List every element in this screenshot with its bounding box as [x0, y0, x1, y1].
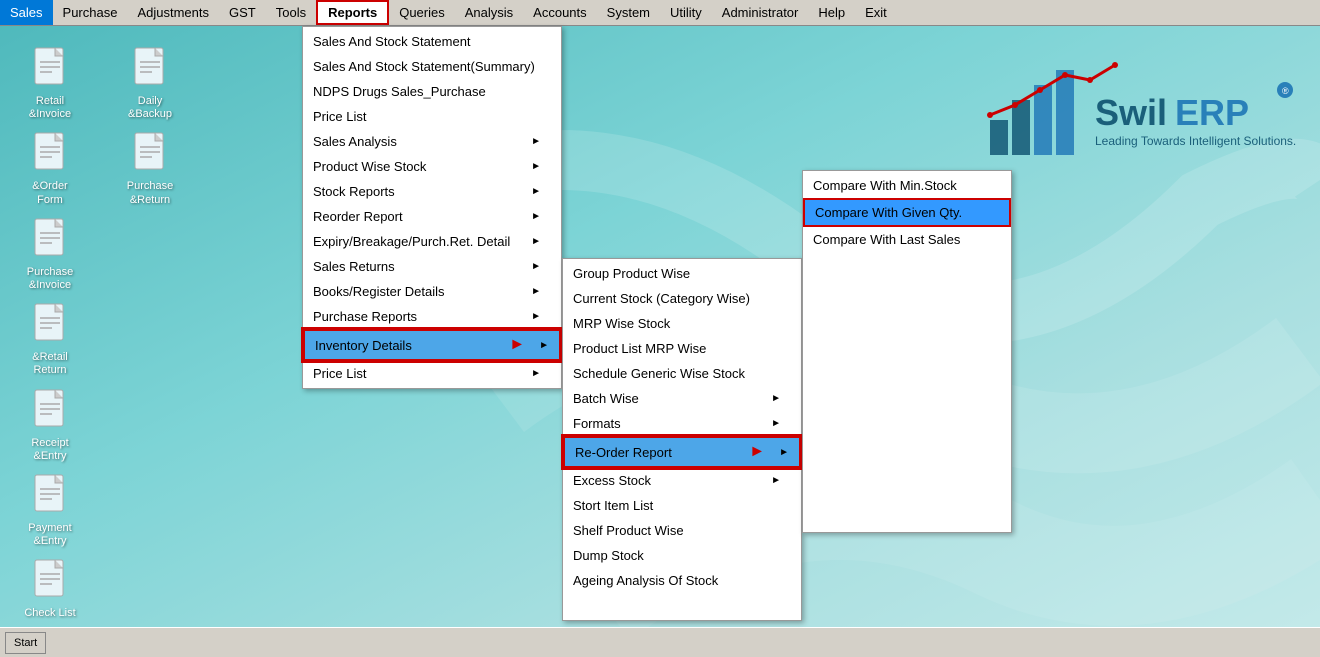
reorder-submenu: Compare With Min.Stock Compare With Give… — [802, 170, 1012, 533]
inv-mrp-wise-stock[interactable]: MRP Wise Stock — [563, 311, 801, 336]
inv-batch-wise[interactable]: Batch Wise ► — [563, 386, 801, 411]
reorder-compare-given-qty[interactable]: Compare With Given Qty. — [803, 198, 1011, 227]
swilerp-logo: Swil ERP ® Leading Towards Intelligent S… — [980, 50, 1300, 170]
menu-system[interactable]: System — [597, 0, 660, 25]
inv-ageing-analysis[interactable]: Ageing Analysis Of Stock — [563, 568, 801, 593]
inv-stort-item-list[interactable]: Stort Item List — [563, 493, 801, 518]
inv-dump-stock[interactable]: Dump Stock — [563, 543, 801, 568]
icon-row-4: Receipt&Entry — [10, 388, 290, 463]
menu-accounts[interactable]: Accounts — [523, 0, 596, 25]
menu-price-list-2[interactable]: Price List ► — [303, 361, 561, 386]
menu-sales-analysis[interactable]: Sales Analysis ► — [303, 129, 561, 154]
submenu-arrow: ► — [531, 161, 541, 172]
menu-queries[interactable]: Queries — [389, 0, 455, 25]
inv-group-product-wise[interactable]: Group Product Wise — [563, 261, 801, 286]
inv-formats[interactable]: Formats ► — [563, 411, 801, 436]
logo-area: Swil ERP ® Leading Towards Intelligent S… — [980, 50, 1300, 170]
submenu-arrow: ► — [531, 186, 541, 197]
menu-adjustments[interactable]: Adjustments — [127, 0, 219, 25]
red-arrow-icon: ► — [509, 336, 525, 354]
svg-text:Swil: Swil — [1095, 92, 1167, 133]
reorder-compare-last-sales[interactable]: Compare With Last Sales — [803, 227, 1011, 252]
reports-dropdown: Sales And Stock Statement Sales And Stoc… — [302, 26, 562, 389]
menu-purchase[interactable]: Purchase — [53, 0, 128, 25]
inventory-submenu: Group Product Wise Current Stock (Catego… — [562, 258, 802, 621]
menu-utility[interactable]: Utility — [660, 0, 712, 25]
icon-purchase-invoice[interactable]: Purchase&Invoice — [10, 217, 90, 292]
menu-product-wise-stock[interactable]: Product Wise Stock ► — [303, 154, 561, 179]
submenu-arrow: ► — [771, 393, 781, 404]
icon-row-0: Retail&Invoice Daily&Backup — [10, 46, 290, 121]
menu-reports[interactable]: Reports — [316, 0, 389, 25]
submenu-arrow: ► — [779, 447, 789, 458]
icon-row-2: Purchase&Invoice — [10, 217, 290, 292]
icon-order-form[interactable]: &OrderForm — [10, 131, 90, 206]
menu-inventory-details[interactable]: Inventory Details ► ► — [303, 329, 561, 361]
icon-row-5: Payment&Entry — [10, 473, 290, 548]
menu-sales-stock-statement[interactable]: Sales And Stock Statement — [303, 29, 561, 54]
submenu-arrow: ► — [771, 418, 781, 429]
menu-sales-stock-summary[interactable]: Sales And Stock Statement(Summary) — [303, 54, 561, 79]
menu-sales[interactable]: Sales — [0, 0, 53, 25]
submenu-arrow: ► — [531, 236, 541, 247]
inv-shelf-product-wise[interactable]: Shelf Product Wise — [563, 518, 801, 543]
submenu-arrow: ► — [539, 340, 549, 351]
start-label: Start — [14, 637, 37, 649]
dropdown-container: Sales And Stock Statement Sales And Stoc… — [302, 26, 1012, 389]
red-arrow-icon-2: ► — [749, 443, 765, 461]
menu-purchase-reports[interactable]: Purchase Reports ► — [303, 304, 561, 329]
desktop: Retail&Invoice Daily&Backup &OrderForm — [0, 26, 300, 640]
icon-check-list[interactable]: Check List — [10, 558, 90, 620]
submenu-arrow: ► — [531, 368, 541, 379]
icon-row-1: &OrderForm Purchase&Return — [10, 131, 290, 206]
menu-stock-reports[interactable]: Stock Reports ► — [303, 179, 561, 204]
menu-analysis[interactable]: Analysis — [455, 0, 523, 25]
reorder-compare-min-stock[interactable]: Compare With Min.Stock — [803, 173, 1011, 198]
menu-exit[interactable]: Exit — [855, 0, 897, 25]
menubar: Sales Purchase Adjustments GST Tools Rep… — [0, 0, 1320, 26]
inv-reorder-report[interactable]: Re-Order Report ► ► — [563, 436, 801, 468]
menu-sales-returns[interactable]: Sales Returns ► — [303, 254, 561, 279]
icon-row-6: Check List — [10, 558, 290, 620]
menu-help[interactable]: Help — [808, 0, 855, 25]
menu-gst[interactable]: GST — [219, 0, 266, 25]
icon-retail-return[interactable]: &RetailReturn — [10, 302, 90, 377]
inv-schedule-generic[interactable]: Schedule Generic Wise Stock — [563, 361, 801, 386]
start-button[interactable]: Start — [5, 632, 46, 654]
icon-daily-backup[interactable]: Daily&Backup — [110, 46, 190, 121]
inv-product-list-mrp[interactable]: Product List MRP Wise — [563, 336, 801, 361]
icon-purchase-return[interactable]: Purchase&Return — [110, 131, 190, 206]
icon-retail-invoice[interactable]: Retail&Invoice — [10, 46, 90, 121]
icon-receipt-entry[interactable]: Receipt&Entry — [10, 388, 90, 463]
svg-text:ERP: ERP — [1175, 92, 1249, 133]
menu-reorder-report[interactable]: Reorder Report ► — [303, 204, 561, 229]
inv-excess-stock[interactable]: Excess Stock ► — [563, 468, 801, 493]
svg-text:®: ® — [1282, 86, 1289, 96]
icon-row-3: &RetailReturn — [10, 302, 290, 377]
submenu-arrow: ► — [531, 311, 541, 322]
submenu-arrow: ► — [771, 475, 781, 486]
submenu-arrow: ► — [531, 136, 541, 147]
menu-books-register[interactable]: Books/Register Details ► — [303, 279, 561, 304]
menu-ndps-drugs[interactable]: NDPS Drugs Sales_Purchase — [303, 79, 561, 104]
taskbar: Start — [0, 627, 1320, 657]
inv-current-stock-category[interactable]: Current Stock (Category Wise) — [563, 286, 801, 311]
menu-tools[interactable]: Tools — [266, 0, 316, 25]
submenu-arrow: ► — [531, 261, 541, 272]
menu-administrator[interactable]: Administrator — [712, 0, 809, 25]
menu-expiry-breakage[interactable]: Expiry/Breakage/Purch.Ret. Detail ► — [303, 229, 561, 254]
menu-price-list[interactable]: Price List — [303, 104, 561, 129]
icon-payment-entry[interactable]: Payment&Entry — [10, 473, 90, 548]
svg-text:Leading Towards Intelligent So: Leading Towards Intelligent Solutions. — [1095, 134, 1296, 148]
submenu-arrow: ► — [531, 286, 541, 297]
submenu-arrow: ► — [531, 211, 541, 222]
